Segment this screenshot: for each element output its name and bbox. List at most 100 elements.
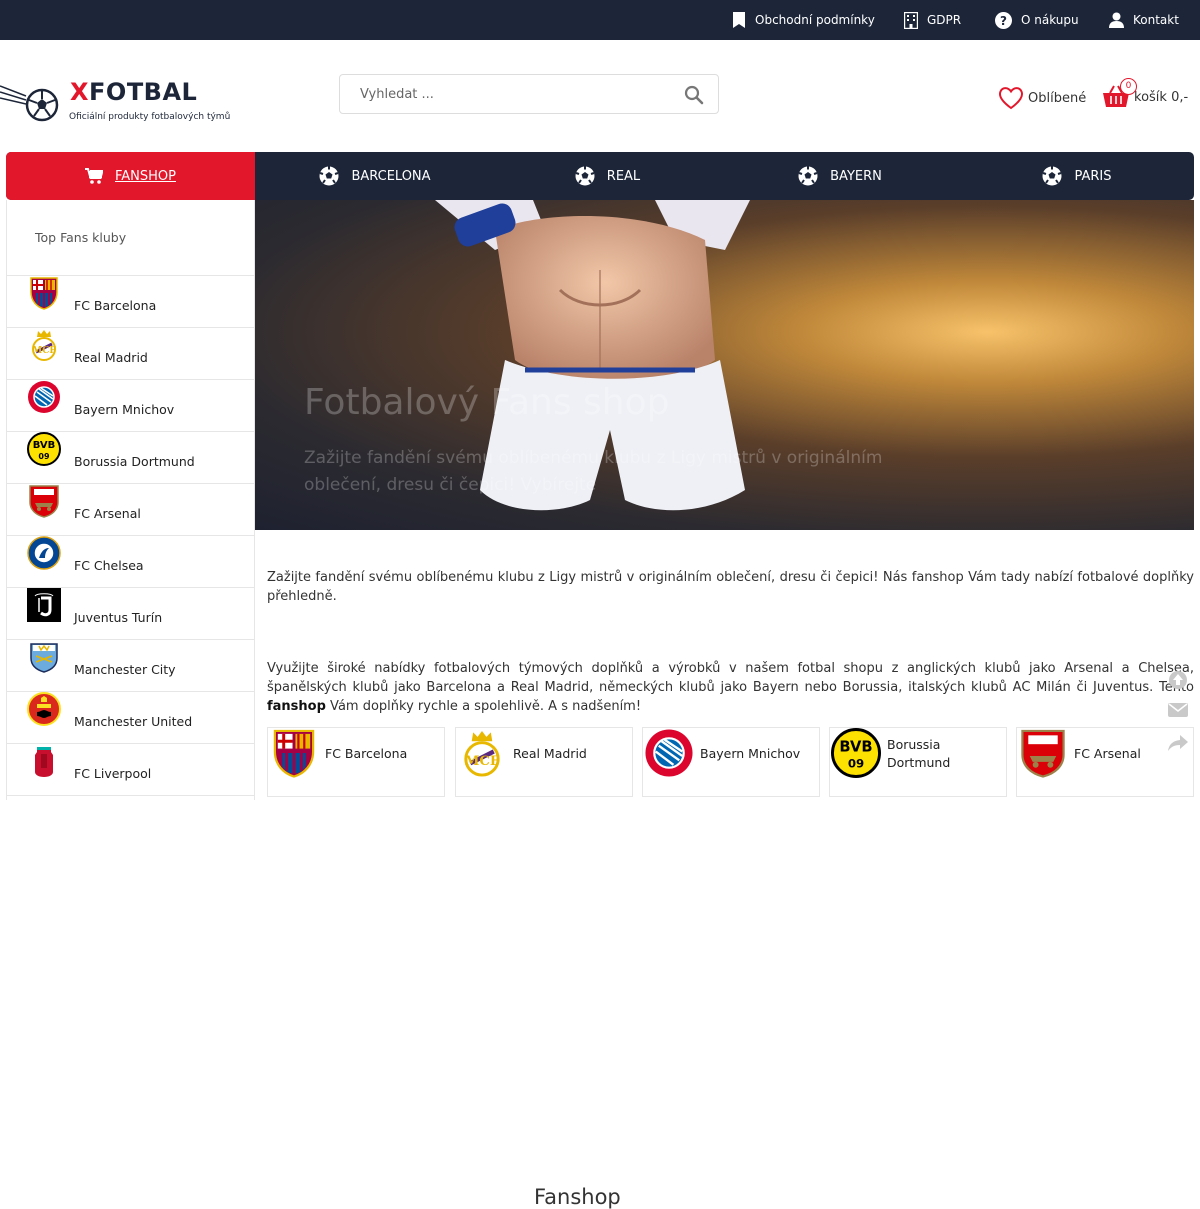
bookmark-icon bbox=[733, 12, 745, 28]
gdpr-link-label: GDPR bbox=[927, 13, 962, 27]
building-icon bbox=[904, 11, 918, 29]
bayern-crest-icon bbox=[28, 381, 60, 413]
scroll-top-icon[interactable] bbox=[1168, 670, 1190, 690]
club-name: Manchester United bbox=[74, 714, 193, 729]
soccer-ball-icon bbox=[575, 166, 595, 186]
soccer-ball-logo-icon bbox=[0, 85, 59, 122]
top-bar: Obchodní podmínky GDPR ? O nákupu Kontak… bbox=[0, 0, 1200, 40]
club-card-bayern[interactable]: Bayern Mnichov bbox=[642, 727, 820, 797]
club-name: Manchester City bbox=[74, 662, 176, 677]
terms-link-label: Obchodní podmínky bbox=[755, 13, 875, 27]
sidebar-item-real-madrid[interactable]: MCF Real Madrid bbox=[7, 327, 255, 379]
nav-barcelona-label: BARCELONA bbox=[351, 168, 431, 184]
favorites-link[interactable]: Oblíbené bbox=[998, 83, 1086, 113]
logo-text: XFOTBAL bbox=[70, 78, 198, 106]
sidebar-item-more[interactable] bbox=[7, 795, 255, 847]
club-name: FC Barcelona bbox=[74, 298, 157, 313]
dortmund-crest-icon: BVB09 bbox=[27, 432, 61, 466]
card-label: Bayern Mnichov bbox=[700, 746, 801, 761]
section-heading: Fanshop bbox=[534, 1185, 621, 1209]
nav-real[interactable]: REAL bbox=[495, 152, 720, 200]
card-label: Real Madrid bbox=[513, 746, 587, 761]
terms-link[interactable]: Obchodní podmínky bbox=[732, 0, 875, 40]
user-icon bbox=[1109, 12, 1124, 28]
heart-icon bbox=[998, 87, 1024, 110]
real-madrid-crest-icon: MCF bbox=[464, 730, 500, 777]
fc-barcelona-crest-icon bbox=[30, 277, 58, 310]
sidebar-item-manchester-city[interactable]: Manchester City bbox=[7, 639, 255, 691]
hero-title: Fotbalový Fans shop bbox=[304, 382, 670, 423]
manchester-united-crest-icon bbox=[27, 692, 61, 726]
fanshop-bold: fanshop bbox=[267, 699, 326, 714]
club-card-real-madrid[interactable]: MCF Real Madrid bbox=[455, 727, 633, 797]
sidebar-item-liverpool[interactable]: FC Liverpool bbox=[7, 743, 255, 795]
club-name: FC Liverpool bbox=[74, 766, 152, 781]
sidebar-item-dortmund[interactable]: BVB 09 Borussia Dortmund bbox=[7, 431, 255, 483]
search-box bbox=[339, 74, 719, 114]
site-logo[interactable]: XFOTBAL Oficiální produkty fotbalových t… bbox=[0, 78, 240, 128]
nav-fanshop[interactable]: FANSHOP bbox=[6, 152, 255, 200]
real-madrid-crest-icon: MCF bbox=[32, 330, 56, 361]
nav-fanshop-label: FANSHOP bbox=[114, 168, 176, 184]
nav-bayern[interactable]: BAYERN bbox=[720, 152, 960, 200]
svg-text:BVB: BVB bbox=[839, 739, 872, 756]
dortmund-crest-icon: BVB09 bbox=[831, 728, 881, 778]
email-icon[interactable] bbox=[1168, 702, 1190, 722]
card-label: Borussia Dortmund bbox=[887, 737, 951, 770]
club-name: Bayern Mnichov bbox=[74, 402, 175, 417]
sidebar-title: Top Fans kluby bbox=[35, 230, 127, 245]
hero-banner[interactable]: Fotbalový Fans shop Zažijte fandění svém… bbox=[255, 200, 1194, 530]
hero-subtitle: Zažijte fandění svému oblíbenému klubu z… bbox=[304, 448, 883, 495]
contact-link[interactable]: Kontakt bbox=[1109, 0, 1179, 40]
nav-barcelona[interactable]: BARCELONA bbox=[255, 152, 495, 200]
favorites-label: Oblíbené bbox=[1028, 90, 1087, 106]
gdpr-link[interactable]: GDPR bbox=[904, 0, 961, 40]
arsenal-crest-icon bbox=[29, 485, 59, 518]
club-name: FC Chelsea bbox=[74, 558, 144, 573]
about-purchase-link[interactable]: ? O nákupu bbox=[995, 0, 1079, 40]
share-icon[interactable] bbox=[1168, 734, 1190, 754]
logo-tagline: Oficiální produkty fotbalových týmů bbox=[69, 112, 231, 122]
club-name: FC Arsenal bbox=[74, 506, 141, 521]
soccer-ball-icon bbox=[1042, 166, 1062, 186]
search-icon[interactable] bbox=[684, 85, 704, 105]
svg-text:?: ? bbox=[1000, 14, 1007, 28]
club-card-fc-barcelona[interactable]: FC Barcelona bbox=[267, 727, 445, 797]
nav-real-label: REAL bbox=[606, 168, 641, 184]
svg-text:09: 09 bbox=[38, 452, 50, 461]
about-purchase-label: O nákupu bbox=[1021, 13, 1079, 27]
svg-text:09: 09 bbox=[848, 757, 864, 771]
contact-link-label: Kontakt bbox=[1133, 13, 1179, 27]
cart-count-badge: 0 bbox=[1120, 78, 1137, 95]
nav-bayern-label: BAYERN bbox=[830, 168, 882, 184]
intro-text: Zažijte fandění svému oblíbenému klubu z… bbox=[267, 570, 1194, 604]
description-text: Využijte široké nabídky fotbalových týmo… bbox=[267, 661, 1194, 714]
svg-text:MCF: MCF bbox=[465, 754, 500, 769]
sidebar-item-fc-barcelona[interactable]: FC Barcelona bbox=[7, 275, 255, 327]
svg-text:BVB: BVB bbox=[33, 440, 56, 451]
bayern-crest-icon bbox=[645, 729, 693, 777]
sidebar-item-bayern[interactable]: Bayern Mnichov bbox=[7, 379, 255, 431]
fc-barcelona-crest-icon bbox=[273, 729, 315, 778]
juventus-crest-icon bbox=[27, 588, 61, 622]
manchester-city-crest-icon bbox=[30, 643, 58, 673]
sidebar-item-juventus[interactable]: Juventus Turín bbox=[7, 587, 255, 639]
club-card-dortmund[interactable]: BVB 09 Borussia Dortmund bbox=[829, 727, 1007, 797]
main-nav: FANSHOP BARCELONA REAL BAYERN PARIS bbox=[6, 152, 1194, 200]
sidebar-item-manchester-united[interactable]: Manchester United bbox=[7, 691, 255, 743]
arsenal-crest-icon bbox=[1021, 729, 1065, 778]
nav-paris[interactable]: PARIS bbox=[960, 152, 1194, 200]
sidebar: Top Fans kluby FC Barcelona MCF Real Mad… bbox=[6, 200, 255, 800]
soccer-ball-icon bbox=[319, 166, 339, 186]
svg-text:MCF: MCF bbox=[32, 346, 56, 356]
club-name: Borussia Dortmund bbox=[74, 454, 195, 469]
card-label: FC Barcelona bbox=[325, 746, 408, 761]
cart-label: košík 0,- bbox=[1134, 89, 1189, 105]
sidebar-item-chelsea[interactable]: FC Chelsea bbox=[7, 535, 255, 587]
soccer-ball-icon bbox=[798, 166, 818, 186]
sidebar-item-arsenal[interactable]: FC Arsenal bbox=[7, 483, 255, 535]
search-input[interactable] bbox=[340, 75, 670, 113]
cart-link[interactable]: 0 košík 0,- bbox=[1102, 78, 1189, 114]
club-name: Real Madrid bbox=[74, 350, 148, 365]
liverpool-crest-icon bbox=[35, 747, 53, 777]
